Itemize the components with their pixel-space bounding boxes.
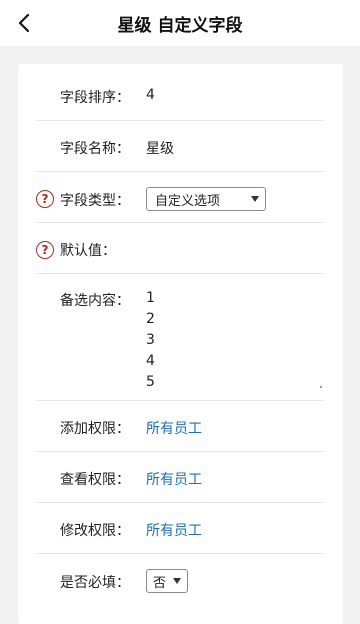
option-item: 1 (146, 290, 155, 306)
question-circle-icon[interactable]: ? (36, 241, 54, 259)
option-item: 5 (146, 374, 155, 390)
edit-permission-link[interactable]: 所有员工 (146, 520, 202, 540)
option-item: 4 (146, 353, 155, 369)
scroll-indicator (320, 386, 322, 388)
type-select[interactable]: 自定义选项 (146, 187, 266, 211)
add-permission-label: 添加权限： (60, 421, 130, 437)
options-label: 备选内容： (60, 293, 130, 309)
dropdown-arrow-icon (251, 196, 259, 202)
view-permission-link[interactable]: 所有员工 (146, 469, 202, 489)
view-permission-label: 查看权限： (60, 472, 130, 488)
field-detail-card: 字段排序： 4 字段名称： 星级 ? 字段类型： 自定义选项 ? 默认值： 备选… (18, 64, 343, 624)
required-label: 是否必填： (60, 575, 130, 591)
option-item: 2 (146, 311, 155, 327)
edit-permission-label: 修改权限： (60, 523, 130, 539)
name-value: 星级 (146, 141, 174, 157)
required-select-value: 否 (153, 575, 167, 591)
type-label: 字段类型： (60, 193, 130, 209)
page-title: 星级 自定义字段 (117, 15, 243, 36)
sort-label: 字段排序： (60, 90, 130, 106)
dropdown-arrow-icon (173, 578, 181, 584)
back-button[interactable] (12, 11, 36, 35)
top-bar: 星级 自定义字段 (0, 0, 360, 46)
default-label: 默认值： (60, 243, 116, 259)
name-label: 字段名称： (60, 141, 130, 157)
sort-value: 4 (146, 87, 155, 103)
required-select[interactable]: 否 (146, 569, 188, 593)
add-permission-link[interactable]: 所有员工 (146, 418, 202, 438)
options-list: 1 2 3 4 5 (146, 288, 155, 393)
question-circle-icon[interactable]: ? (36, 190, 54, 208)
chevron-left-icon (18, 13, 30, 33)
type-select-value: 自定义选项 (155, 193, 221, 209)
option-item: 3 (146, 332, 155, 348)
